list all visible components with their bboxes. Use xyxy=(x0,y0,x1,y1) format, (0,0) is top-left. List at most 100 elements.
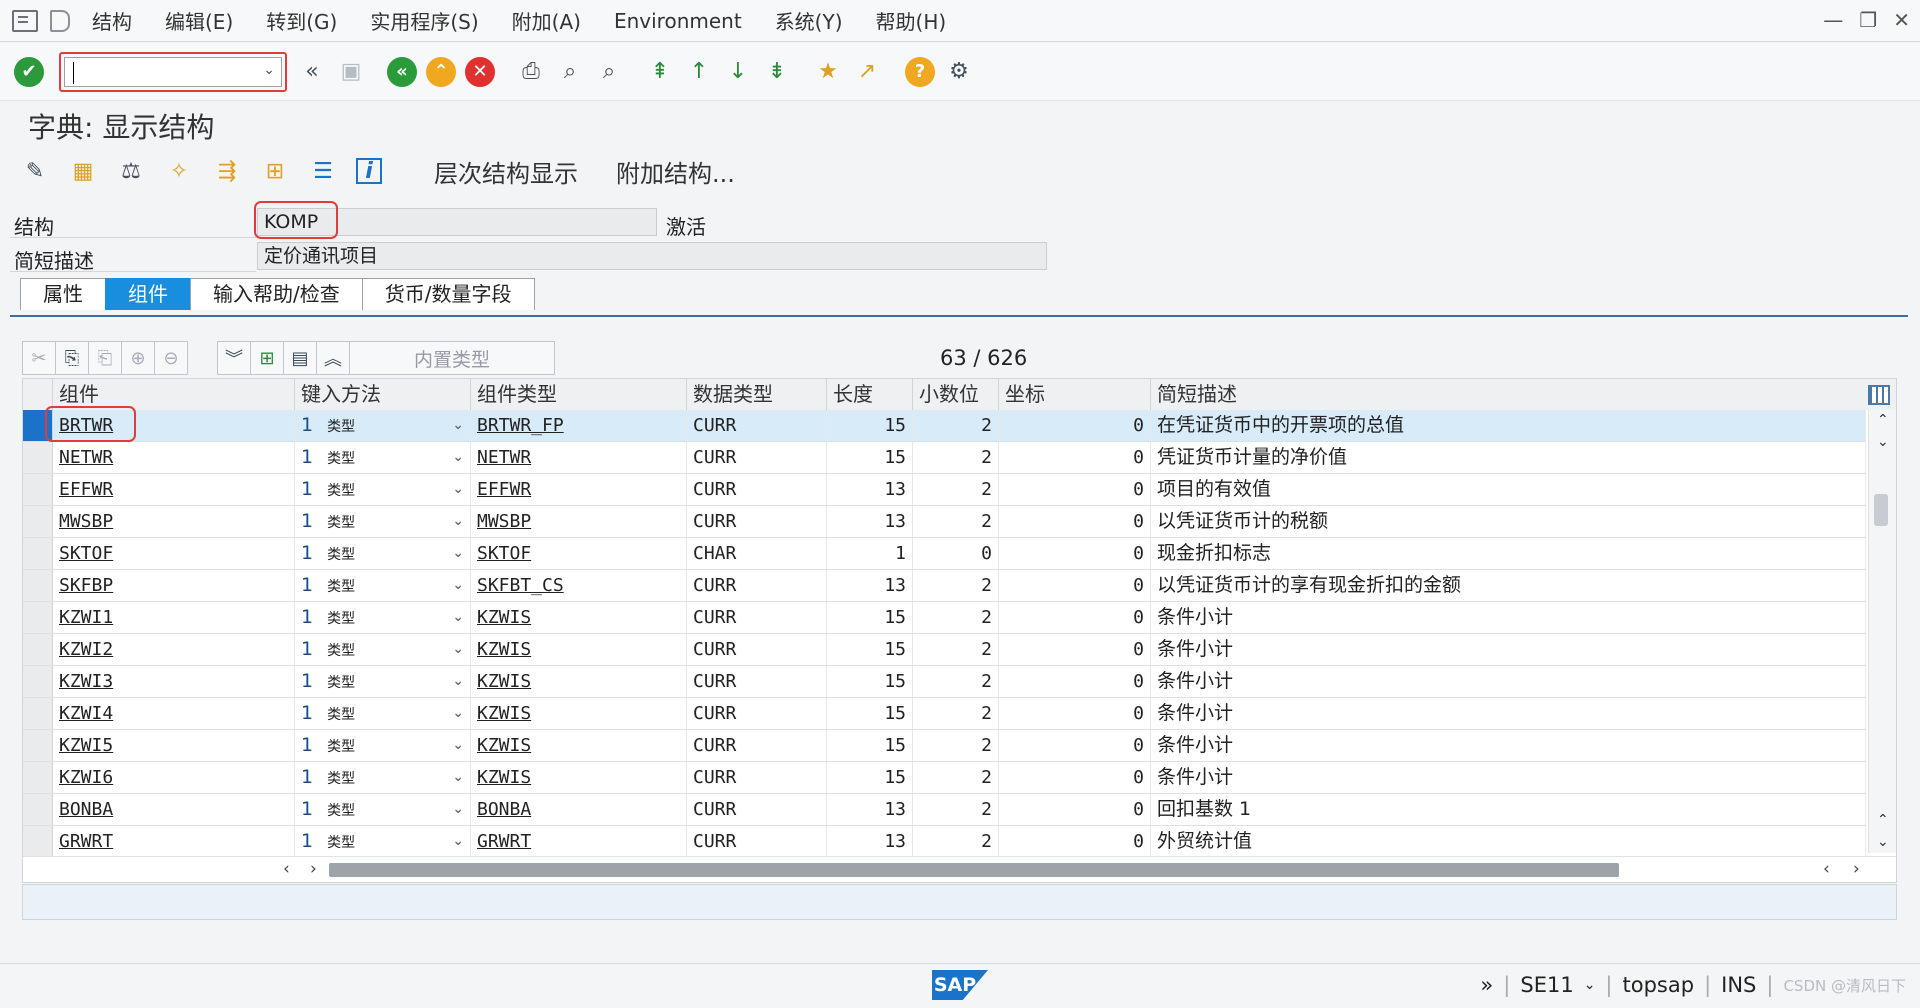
chevron-down-icon[interactable]: ⌄ xyxy=(452,602,464,633)
tab-components[interactable]: 组件 xyxy=(105,278,191,310)
insert-row-icon[interactable]: ⊕ xyxy=(121,341,155,375)
data-type-cell[interactable]: CURR xyxy=(687,762,827,793)
help-icon[interactable]: ? xyxy=(905,56,935,87)
menu-goto[interactable]: 转到(G) xyxy=(266,6,337,35)
collapse-icon[interactable]: ▤ xyxy=(283,341,317,375)
coordinate-cell[interactable]: 0 xyxy=(999,762,1151,793)
component-cell[interactable]: GRWRT xyxy=(53,826,295,857)
chevron-down-icon[interactable]: ⌄ xyxy=(452,698,464,729)
component-cell[interactable]: BONBA xyxy=(53,794,295,825)
component-cell[interactable]: NETWR xyxy=(53,442,295,473)
component-type-cell[interactable]: KZWIS xyxy=(471,730,687,761)
component-cell[interactable]: EFFWR xyxy=(53,474,295,505)
personalize-icon[interactable] xyxy=(50,9,70,32)
column-header-data-type[interactable]: 数据类型 xyxy=(687,379,827,410)
data-type-cell[interactable]: CURR xyxy=(687,730,827,761)
activate-icon[interactable]: ✧ xyxy=(164,156,194,186)
description-cell[interactable]: 条件小计 xyxy=(1151,602,1866,633)
data-type-cell[interactable]: CURR xyxy=(687,634,827,665)
data-type-cell[interactable]: CURR xyxy=(687,666,827,697)
page-down-icon[interactable]: ⌄ xyxy=(1877,834,1889,850)
prev-page-icon[interactable]: ↑ xyxy=(684,57,714,87)
data-type-cell[interactable]: CHAR xyxy=(687,538,827,569)
component-type-cell[interactable]: KZWIS xyxy=(471,602,687,633)
paste-icon[interactable]: ⎗ xyxy=(88,341,122,375)
row-selector[interactable] xyxy=(23,442,53,473)
typing-cell[interactable]: 1 类型 ⌄ xyxy=(295,762,471,793)
decimals-cell[interactable]: 2 xyxy=(913,442,999,473)
table-row[interactable]: KZWI4 1 类型 ⌄ KZWIS CURR 15 2 0 条件小计 xyxy=(23,698,1866,730)
typing-cell[interactable]: 1 类型 ⌄ xyxy=(295,794,471,825)
decimals-cell[interactable]: 2 xyxy=(913,826,999,857)
where-used-icon[interactable]: ⇶ xyxy=(212,156,242,186)
scrollbar-thumb[interactable] xyxy=(1874,494,1888,526)
component-type-cell[interactable]: KZWIS xyxy=(471,634,687,665)
description-cell[interactable]: 项目的有效值 xyxy=(1151,474,1866,505)
description-cell[interactable]: 凭证货币计量的净价值 xyxy=(1151,442,1866,473)
typing-cell[interactable]: 1 类型 ⌄ xyxy=(295,506,471,537)
coordinate-cell[interactable]: 0 xyxy=(999,570,1151,601)
column-header-typing[interactable]: 键入方法 xyxy=(295,379,471,410)
component-type-cell[interactable]: BRTWR_FP xyxy=(471,410,687,441)
scroll-left-icon[interactable]: ‹ xyxy=(1823,859,1830,879)
coordinate-cell[interactable]: 0 xyxy=(999,506,1151,537)
decimals-cell[interactable]: 2 xyxy=(913,634,999,665)
chevron-down-icon[interactable]: ⌄ xyxy=(452,666,464,697)
menu-extras[interactable]: 附加(A) xyxy=(512,6,581,35)
collapse-all-icon[interactable]: ︽ xyxy=(316,341,350,375)
row-selector[interactable] xyxy=(23,698,53,729)
length-cell[interactable]: 15 xyxy=(827,698,913,729)
length-cell[interactable]: 13 xyxy=(827,794,913,825)
table-row[interactable]: KZWI2 1 类型 ⌄ KZWIS CURR 15 2 0 条件小计 xyxy=(23,634,1866,666)
tab-attributes[interactable]: 属性 xyxy=(20,278,106,310)
coordinate-cell[interactable]: 0 xyxy=(999,410,1151,441)
menu-system[interactable]: 系统(Y) xyxy=(775,6,843,35)
shortcut-icon[interactable]: ↗ xyxy=(852,57,882,87)
decimals-cell[interactable]: 0 xyxy=(913,538,999,569)
insert-mode[interactable]: INS xyxy=(1721,973,1756,997)
chevron-down-icon[interactable]: ⌄ xyxy=(452,762,464,793)
table-row[interactable]: GRWRT 1 类型 ⌄ GRWRT CURR 13 2 0 外贸统计值 xyxy=(23,826,1866,858)
description-cell[interactable]: 以凭证货币计的税额 xyxy=(1151,506,1866,537)
column-header-coordinate[interactable]: 坐标 xyxy=(999,379,1151,410)
coordinate-cell[interactable]: 0 xyxy=(999,602,1151,633)
table-row[interactable]: BRTWR 1 类型 ⌄ BRTWR_FP CURR 15 2 0 在凭证货币中的开票项的总值 xyxy=(23,410,1866,442)
row-selector[interactable] xyxy=(23,474,53,505)
component-type-cell[interactable]: GRWRT xyxy=(471,826,687,857)
chevron-down-icon[interactable]: ⌄ xyxy=(1584,977,1596,993)
data-type-cell[interactable]: CURR xyxy=(687,474,827,505)
first-page-icon[interactable]: ⇞ xyxy=(645,57,675,87)
next-page-icon[interactable]: ↓ xyxy=(723,57,753,87)
coordinate-cell[interactable]: 0 xyxy=(999,634,1151,665)
row-selector[interactable] xyxy=(23,506,53,537)
row-selector[interactable] xyxy=(23,762,53,793)
decimals-cell[interactable]: 2 xyxy=(913,698,999,729)
row-selector[interactable] xyxy=(23,730,53,761)
row-selector[interactable] xyxy=(23,666,53,697)
scroll-right-icon[interactable]: › xyxy=(310,859,317,879)
decimals-cell[interactable]: 2 xyxy=(913,762,999,793)
decimals-cell[interactable]: 2 xyxy=(913,602,999,633)
chevron-down-icon[interactable]: ⌄ xyxy=(452,730,464,761)
other-object-icon[interactable]: ▦ xyxy=(68,156,98,186)
column-header-length[interactable]: 长度 xyxy=(827,379,913,410)
data-type-cell[interactable]: CURR xyxy=(687,442,827,473)
component-cell[interactable]: SKFBP xyxy=(53,570,295,601)
tab-input-help[interactable]: 输入帮助/检查 xyxy=(190,278,363,310)
create-session-icon[interactable]: ★ xyxy=(813,57,843,87)
table-row[interactable]: KZWI6 1 类型 ⌄ KZWIS CURR 15 2 0 条件小计 xyxy=(23,762,1866,794)
chevron-down-icon[interactable]: ⌄ xyxy=(263,62,275,78)
find-icon[interactable]: ⌕ xyxy=(555,57,585,87)
description-cell[interactable]: 条件小计 xyxy=(1151,730,1866,761)
component-type-cell[interactable]: SKTOF xyxy=(471,538,687,569)
length-cell[interactable]: 15 xyxy=(827,410,913,441)
component-type-cell[interactable]: KZWIS xyxy=(471,762,687,793)
component-cell[interactable]: KZWI6 xyxy=(53,762,295,793)
chevron-down-icon[interactable]: ⌄ xyxy=(452,634,464,665)
decimals-cell[interactable]: 2 xyxy=(913,666,999,697)
typing-cell[interactable]: 1 类型 ⌄ xyxy=(295,698,471,729)
print-icon[interactable]: ⎙ xyxy=(516,57,546,87)
typing-cell[interactable]: 1 类型 ⌄ xyxy=(295,474,471,505)
row-selector[interactable] xyxy=(23,570,53,601)
typing-cell[interactable]: 1 类型 ⌄ xyxy=(295,730,471,761)
